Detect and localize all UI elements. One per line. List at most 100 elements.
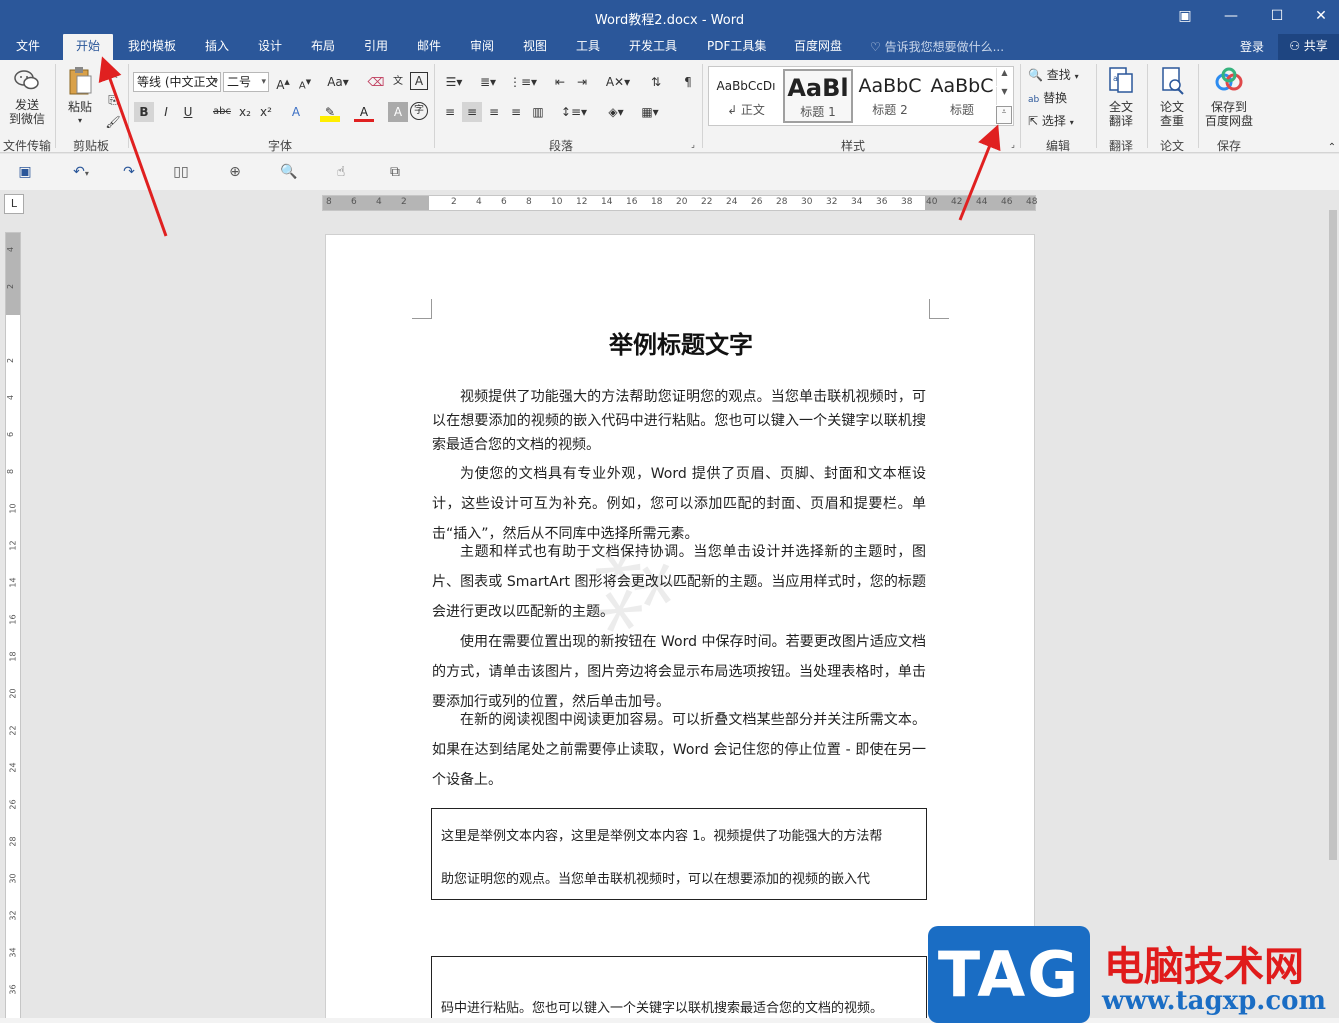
paragraph-dialog-launcher-icon[interactable]: ⌟ xyxy=(688,140,698,150)
cut-icon[interactable]: ✂ xyxy=(103,66,123,86)
replace-button[interactable]: ab 替换 xyxy=(1028,87,1067,109)
tab-stop-selector[interactable]: L xyxy=(4,194,24,214)
customize-toolbar-icon[interactable]: ⧉ xyxy=(384,162,406,182)
strikethrough-button[interactable]: abc xyxy=(210,102,234,122)
share-button[interactable]: ⚇ 共享 xyxy=(1278,34,1339,60)
save-to-baidu-button[interactable]: 保存到 百度网盘 xyxy=(1202,66,1256,128)
paragraph-2[interactable]: 为使您的文档具有专业外观，Word 提供了页眉、页脚、封面和文本框设计，这些设计… xyxy=(432,459,926,549)
line-spacing-icon[interactable]: ↕≡▾ xyxy=(560,102,588,122)
touch-mode-icon[interactable]: ☝ xyxy=(330,162,352,182)
grow-font-icon[interactable]: A▲ xyxy=(273,72,293,92)
undo-icon[interactable]: ↶▾ xyxy=(64,162,98,182)
change-case-icon[interactable]: Aa▾ xyxy=(324,72,352,92)
align-right-icon[interactable]: ≡ xyxy=(484,102,504,122)
style-heading-2[interactable]: AaBbC 标题 2 xyxy=(855,69,925,123)
text-box-2[interactable]: 码中进行粘贴。您也可以键入一个关键字以联机搜索最适合您的文档的视频。 xyxy=(431,956,927,1022)
paper-check-button[interactable]: 论文 查重 xyxy=(1151,66,1193,128)
style-title[interactable]: AaBbC 标题 xyxy=(927,69,997,123)
copy-icon[interactable]: ⎘ xyxy=(103,90,123,110)
send-to-wechat-button[interactable]: 发送 到微信 xyxy=(4,66,50,126)
tab-view[interactable]: 视图 xyxy=(515,34,555,60)
align-center-icon[interactable]: ≡ xyxy=(462,102,482,122)
tell-me-search[interactable]: ♡ 告诉我您想要做什么... xyxy=(870,38,1004,55)
save-icon[interactable]: ▣ xyxy=(14,162,36,182)
shrink-font-icon[interactable]: A▼ xyxy=(295,72,315,92)
gallery-down-icon[interactable]: ▼ xyxy=(996,87,1012,105)
font-name-combo[interactable]: 等线 (中文正文 ▾ xyxy=(133,72,221,92)
minimize-button[interactable]: — xyxy=(1216,4,1246,28)
borders-icon[interactable]: ▦▾ xyxy=(636,102,664,122)
clear-formatting-icon[interactable]: ⌫ xyxy=(366,72,386,92)
select-button[interactable]: ⇱ 选择 ▾ xyxy=(1028,110,1074,132)
tab-mailings[interactable]: 邮件 xyxy=(409,34,449,60)
multilevel-list-icon[interactable]: ⋮≡▾ xyxy=(508,72,538,92)
tab-home[interactable]: 开始 xyxy=(63,34,113,60)
paragraph-3[interactable]: 主题和样式也有助于文档保持协调。当您单击设计并选择新的主题时，图片、图表或 Sm… xyxy=(432,537,926,627)
bold-button[interactable]: B xyxy=(134,102,154,122)
tab-pdf-tools[interactable]: PDF工具集 xyxy=(699,34,774,60)
paragraph-5[interactable]: 在新的阅读视图中阅读更加容易。可以折叠文档某些部分并关注所需文本。如果在达到结尾… xyxy=(432,705,926,795)
justify-icon[interactable]: ≡ xyxy=(506,102,526,122)
full-translate-button[interactable]: a 全文 翻译 xyxy=(1100,66,1142,128)
shading-icon[interactable]: ◈▾ xyxy=(602,102,630,122)
decrease-indent-icon[interactable]: ⇤ xyxy=(550,72,570,92)
document-page[interactable]: ⁂ 举例标题文字 视频提供了功能强大的方法帮助您证明您的观点。当您单击联机视频时… xyxy=(325,234,1035,1023)
align-left-icon[interactable]: ≡ xyxy=(440,102,460,122)
maximize-button[interactable]: ☐ xyxy=(1262,4,1292,28)
tab-developer[interactable]: 开发工具 xyxy=(621,34,685,60)
distributed-icon[interactable]: ▥ xyxy=(528,102,548,122)
close-button[interactable]: ✕ xyxy=(1306,4,1336,28)
tab-file[interactable]: 文件 xyxy=(8,34,48,60)
ruler-tick-label: 2 xyxy=(451,197,457,207)
font-color-icon[interactable]: A xyxy=(354,102,374,122)
read-mode-icon[interactable]: ▯▯ xyxy=(170,162,192,182)
underline-button[interactable]: U xyxy=(178,102,198,122)
gallery-up-icon[interactable]: ▲ xyxy=(996,68,1012,86)
horizontal-ruler[interactable]: 8 6 4 2 2 4 6 8 10 12 14 16 18 20 22 24 26 28 30 32 34 36 38 40… xyxy=(322,195,1037,211)
tab-my-templates[interactable]: 我的模板 xyxy=(120,34,184,60)
tab-tools[interactable]: 工具 xyxy=(568,34,608,60)
phonetic-guide-icon[interactable]: 文 xyxy=(388,72,408,92)
character-border-icon[interactable]: A xyxy=(410,72,428,90)
redo-icon[interactable]: ↷ xyxy=(118,162,140,182)
sort-icon[interactable]: ⇅ xyxy=(646,72,666,92)
character-shading-icon[interactable]: A xyxy=(388,102,408,122)
tab-layout[interactable]: 布局 xyxy=(303,34,343,60)
text-effects-icon[interactable]: A xyxy=(286,102,306,122)
ribbon-display-options-icon[interactable]: ▣ xyxy=(1170,4,1200,28)
tab-baidu-netdisk[interactable]: 百度网盘 xyxy=(786,34,850,60)
style-heading-1[interactable]: AaBl 标题 1 xyxy=(783,69,853,123)
numbering-icon[interactable]: ≣▾ xyxy=(474,72,502,92)
print-preview-icon[interactable]: 🔍 xyxy=(278,162,300,182)
style-normal[interactable]: AaBbCcDı ↲ 正文 xyxy=(711,69,781,123)
separator xyxy=(1198,64,1199,148)
format-painter-icon[interactable]: 🖌 xyxy=(103,112,123,132)
increase-indent-icon[interactable]: ⇥ xyxy=(572,72,592,92)
chinese-layout-icon[interactable]: A✕▾ xyxy=(604,72,632,92)
styles-dialog-launcher-icon[interactable]: ⌟ xyxy=(1008,140,1018,150)
document-title[interactable]: 举例标题文字 xyxy=(326,325,1034,360)
login-link[interactable]: 登录 xyxy=(1240,38,1264,55)
font-size-combo[interactable]: 二号 ▾ xyxy=(223,72,269,92)
tab-design[interactable]: 设计 xyxy=(250,34,290,60)
paragraph-4[interactable]: 使用在需要位置出现的新按钮在 Word 中保存时间。若要更改图片适应文档的方式，… xyxy=(432,627,926,717)
tab-references[interactable]: 引用 xyxy=(356,34,396,60)
subscript-button[interactable]: x₂ xyxy=(235,102,255,122)
highlight-icon[interactable]: ✎ xyxy=(320,102,340,122)
tab-insert[interactable]: 插入 xyxy=(197,34,237,60)
web-layout-icon[interactable]: ⊕ xyxy=(224,162,246,182)
gallery-more-icon[interactable]: ⩡ xyxy=(996,106,1012,124)
tab-review[interactable]: 审阅 xyxy=(462,34,502,60)
vertical-ruler[interactable]: 4 2 2 4 6 8 10 12 14 16 18 20 22 24 26 28 30 32 34 36 xyxy=(5,232,21,1022)
italic-button[interactable]: I xyxy=(156,102,176,122)
superscript-button[interactable]: x² xyxy=(256,102,276,122)
text-box-1[interactable]: 这里是举例文本内容，这里是举例文本内容 1。视频提供了功能强大的方法帮 助您证明… xyxy=(431,808,927,900)
paste-button[interactable]: 粘贴 ▾ xyxy=(60,66,100,128)
bullets-icon[interactable]: ☰▾ xyxy=(440,72,468,92)
scrollbar-thumb[interactable] xyxy=(1329,210,1337,860)
vertical-scrollbar[interactable] xyxy=(1327,190,1339,1023)
paragraph-1[interactable]: 视频提供了功能强大的方法帮助您证明您的观点。当您单击联机视频时，可以在想要添加的… xyxy=(432,385,926,457)
enclose-characters-icon[interactable]: 字 xyxy=(410,102,428,120)
show-marks-icon[interactable]: ¶ xyxy=(678,72,698,92)
find-button[interactable]: 🔍 查找 ▾ xyxy=(1028,64,1079,86)
